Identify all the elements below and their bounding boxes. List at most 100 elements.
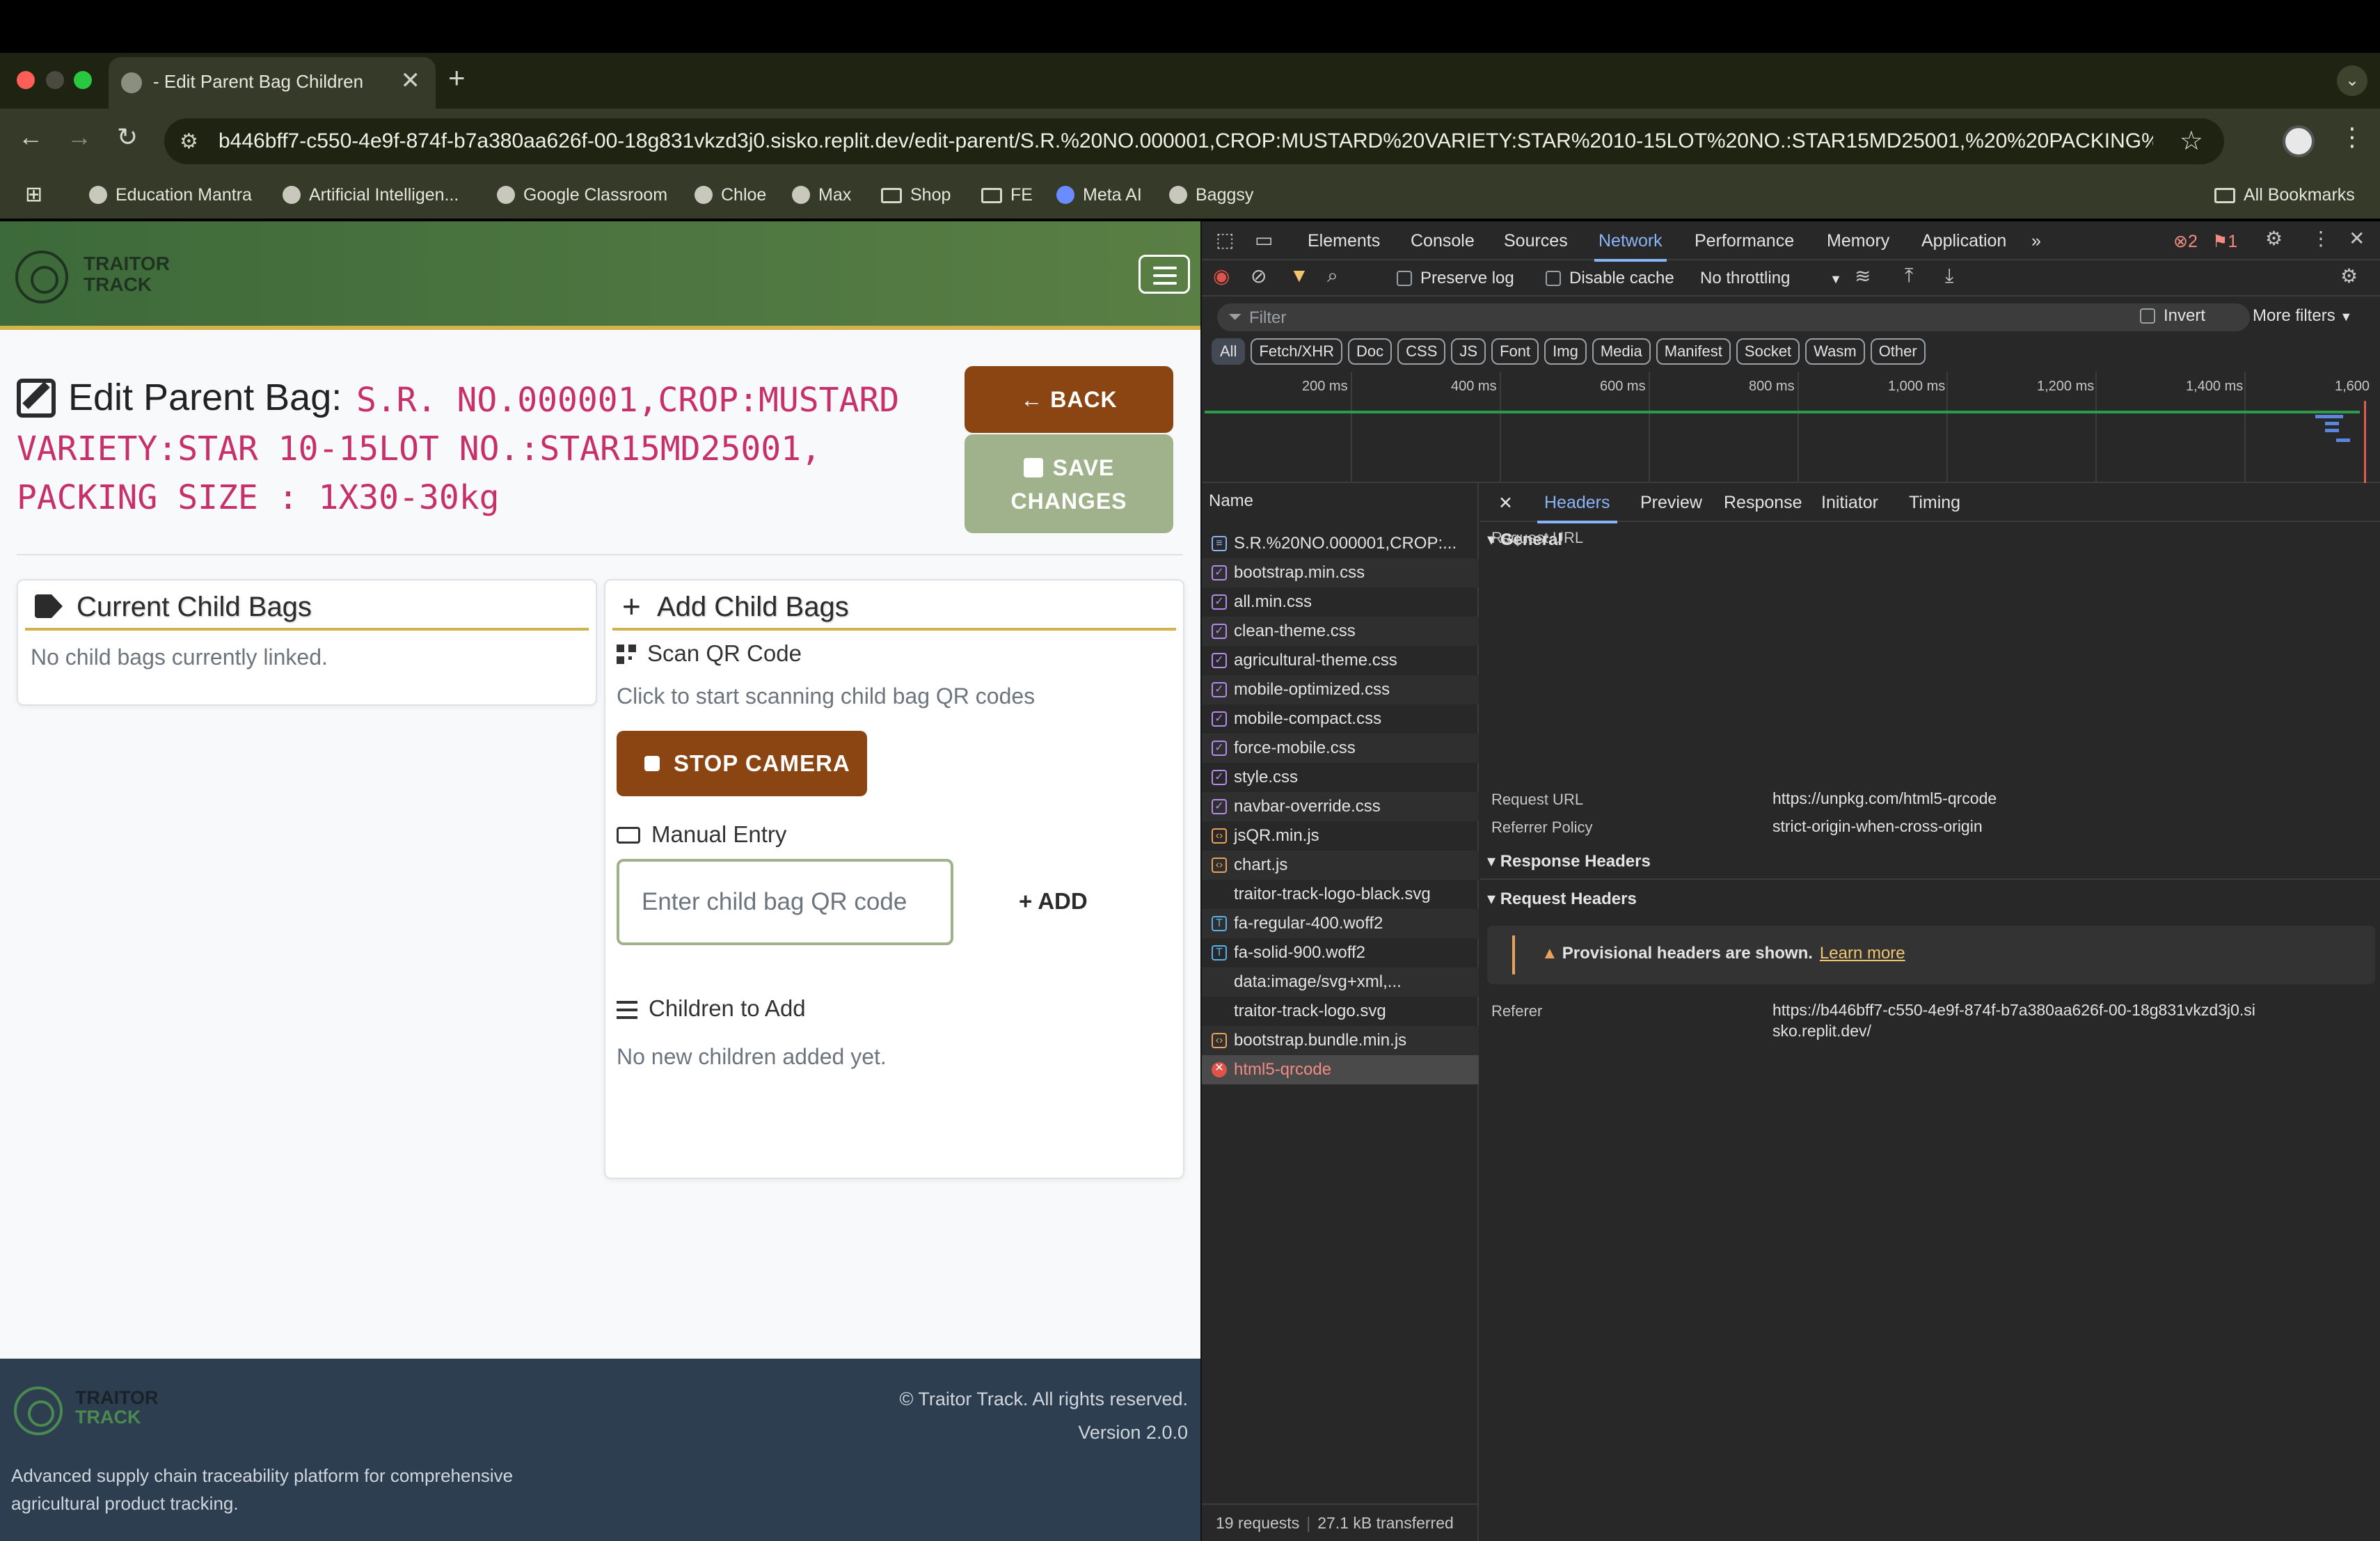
import-har-icon[interactable]: ⤒ [1905,264,1913,287]
chip-fetch-xhr[interactable]: Fetch/XHR [1251,338,1343,365]
bookmark-chloe[interactable]: Chloe [695,185,766,205]
request-row[interactable]: ✕ html5-qrcode [1202,1055,1479,1084]
network-settings-icon[interactable]: ⚙ [2340,264,2358,287]
tab-memory[interactable]: Memory [1827,231,1889,251]
chip-media[interactable]: Media [1592,338,1651,365]
bookmark-google-classroom[interactable]: Google Classroom [497,185,667,205]
new-tab-button[interactable]: + [448,61,466,95]
request-row[interactable]: ✓ all.min.css [1202,587,1479,617]
chip-js[interactable]: JS [1451,338,1486,365]
record-stop-icon[interactable]: ◉ [1213,264,1230,287]
save-changes-button[interactable]: SAVE CHANGES [965,434,1173,533]
clear-icon[interactable]: ⊘ [1251,264,1267,287]
request-row[interactable]: ✓ navbar-override.css [1202,792,1479,821]
devtools-menu-icon[interactable]: ⋮ [2311,227,2331,250]
filter-input[interactable]: ⏷ Filter [1217,303,2250,331]
navbar-toggle-button[interactable] [1139,255,1190,294]
url-text[interactable]: b446bff7-c550-4e9f-874f-b7a380aa626f-00-… [219,129,2153,153]
network-timeline-overview[interactable]: 200 ms 400 ms 600 ms 800 ms 1,000 ms 1,2… [1202,372,2380,483]
request-row[interactable]: ✓ force-mobile.css [1202,734,1479,763]
response-headers-toggle[interactable]: ▾ Response Headers [1480,845,2380,880]
filter-funnel-icon[interactable]: ▼ [1290,264,1309,287]
request-row[interactable]: ✓ bootstrap.min.css [1202,558,1479,587]
chip-doc[interactable]: Doc [1348,338,1393,365]
request-headers-toggle[interactable]: ▾ Request Headers [1480,883,2380,917]
bookmark-star-icon[interactable]: ☆ [2180,125,2203,157]
request-row[interactable]: ✓ style.css [1202,763,1479,792]
request-row[interactable]: traitor-track-logo-black.svg [1202,880,1479,909]
request-row[interactable]: ✓ clean-theme.css [1202,617,1479,646]
tab-preview[interactable]: Preview [1640,493,1702,513]
request-row[interactable]: data:image/svg+xml,... [1202,967,1479,997]
general-section-toggle[interactable]: ▾ General [1480,523,2380,558]
request-row[interactable]: traitor-track-logo.svg [1202,997,1479,1026]
reload-icon[interactable]: ↻ [117,123,138,152]
bookmark-folder-fe[interactable]: FE [981,185,1033,205]
chip-font[interactable]: Font [1491,338,1539,365]
bookmark-baggsy[interactable]: Baggsy [1169,185,1253,205]
chip-other[interactable]: Other [1870,338,1926,365]
traitor-track-logo-icon[interactable] [15,251,68,303]
apps-grid-icon[interactable]: ⊞ [25,182,42,207]
stop-camera-button[interactable]: STOP CAMERA [617,731,867,796]
disable-cache-checkbox[interactable]: Disable cache [1546,269,1674,288]
brand-name[interactable]: TRAITOR TRACK [84,253,170,295]
request-row[interactable]: ‹› jsQR.min.js [1202,821,1479,851]
back-button[interactable]: ← BACK [965,366,1173,433]
request-row[interactable]: Tfa-solid-900.woff2 [1202,938,1479,967]
minimize-window-button[interactable] [46,71,64,89]
chip-css[interactable]: CSS [1397,338,1446,365]
close-devtools-icon[interactable]: ✕ [2349,227,2365,250]
tab-performance[interactable]: Performance [1695,231,1794,251]
export-har-icon[interactable]: ⤓ [1945,264,1953,287]
device-toolbar-icon[interactable]: ▭ [1255,228,1273,251]
more-tabs-icon[interactable]: » [2031,231,2041,251]
search-icon[interactable]: ⌕ [1327,264,1338,287]
maximize-window-button[interactable] [74,71,92,89]
tab-response[interactable]: Response [1724,493,1802,513]
preserve-log-checkbox[interactable]: Preserve log [1397,269,1514,288]
learn-more-link[interactable]: Learn more [1820,944,1905,963]
chip-manifest[interactable]: Manifest [1656,338,1731,365]
tab-elements[interactable]: Elements [1308,231,1380,251]
request-row[interactable]: ‹› bootstrap.bundle.min.js [1202,1026,1479,1055]
request-row[interactable]: ✓ agricultural-theme.css [1202,646,1479,675]
inspect-element-icon[interactable]: ⬚ [1216,228,1234,251]
profile-avatar[interactable] [2283,125,2315,157]
throttling-select[interactable]: No throttling ▼ [1700,269,1842,288]
address-bar[interactable]: ⚙ b446bff7-c550-4e9f-874f-b7a380aa626f-0… [164,118,2224,164]
chip-wasm[interactable]: Wasm [1805,338,1865,365]
settings-gear-icon[interactable]: ⚙ [2265,227,2283,250]
tab-sources[interactable]: Sources [1504,231,1568,251]
browser-menu-icon[interactable]: ⋮ [2340,123,2365,152]
tab-timing[interactable]: Timing [1909,493,1960,513]
forward-nav-icon[interactable]: → [67,123,92,152]
close-window-button[interactable] [17,71,35,89]
tab-application[interactable]: Application [1921,231,2006,251]
back-nav-icon[interactable]: ← [18,123,43,152]
child-qr-input[interactable]: Enter child bag QR code [617,859,953,945]
name-column-header[interactable]: Name [1209,491,1253,511]
tab-console[interactable]: Console [1411,231,1475,251]
tab-network[interactable]: Network [1594,231,1667,262]
request-row[interactable]: ✓ mobile-compact.css [1202,704,1479,734]
bookmark-education-mantra[interactable]: Education Mantra [89,185,252,205]
bookmark-folder-shop[interactable]: Shop [881,185,951,205]
error-count-badge[interactable]: ⊗2 [2173,231,2198,252]
tab-search-button[interactable]: ⌄ [2337,65,2367,96]
add-child-button[interactable]: + ADD [1019,888,1088,915]
request-row[interactable]: ≡ S.R.%20NO.000001,CROP:... [1202,529,1479,558]
bookmark-max[interactable]: Max [792,185,851,205]
tab-headers[interactable]: Headers [1537,493,1617,523]
browser-tab[interactable]: - Edit Parent Bag Children ✕ [109,57,436,109]
bookmark-meta-ai[interactable]: Meta AI [1056,185,1142,205]
network-conditions-icon[interactable]: ≋ [1855,264,1871,287]
tab-close-icon[interactable]: ✕ [401,67,421,95]
all-bookmarks-folder[interactable]: All Bookmarks [2214,185,2355,205]
chip-all[interactable]: All [1212,338,1246,365]
request-row[interactable]: ‹› chart.js [1202,851,1479,880]
request-row[interactable]: ✓ mobile-optimized.css [1202,675,1479,704]
tab-initiator[interactable]: Initiator [1821,493,1878,513]
chip-img[interactable]: Img [1544,338,1587,365]
more-filters-dropdown[interactable]: More filters ▼ [2253,306,2352,326]
